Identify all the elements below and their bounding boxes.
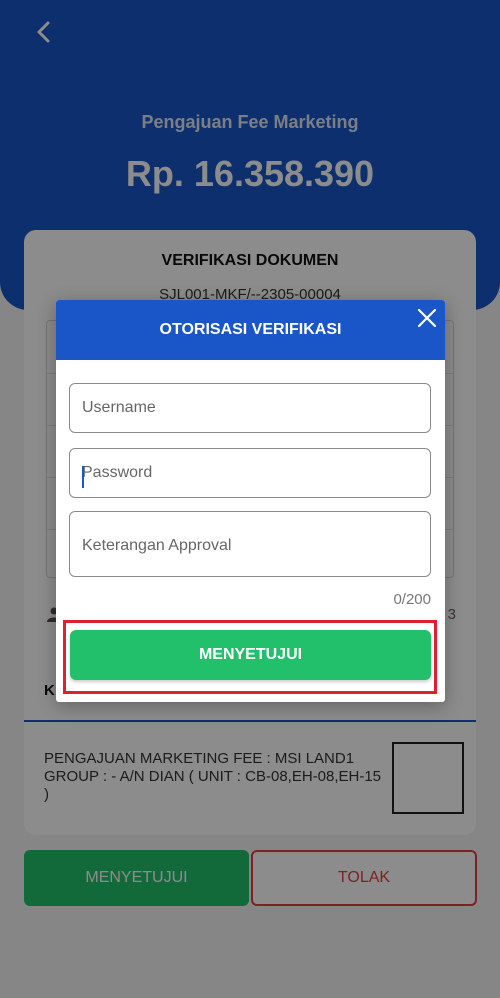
dialog-header: OTORISASI VERIFIKASI	[56, 300, 445, 360]
close-icon	[417, 308, 437, 328]
approve-button[interactable]: MENYETUJUI	[70, 630, 431, 680]
character-counter: 0/200	[393, 591, 431, 608]
close-button[interactable]	[413, 304, 441, 332]
approval-note-field[interactable]	[69, 511, 431, 577]
username-field[interactable]	[69, 383, 431, 433]
text-cursor	[82, 466, 84, 488]
authorization-dialog: OTORISASI VERIFIKASI 0/200 MENYETUJUI	[56, 300, 445, 702]
password-field[interactable]	[69, 448, 431, 498]
dialog-title: OTORISASI VERIFIKASI	[159, 321, 342, 338]
